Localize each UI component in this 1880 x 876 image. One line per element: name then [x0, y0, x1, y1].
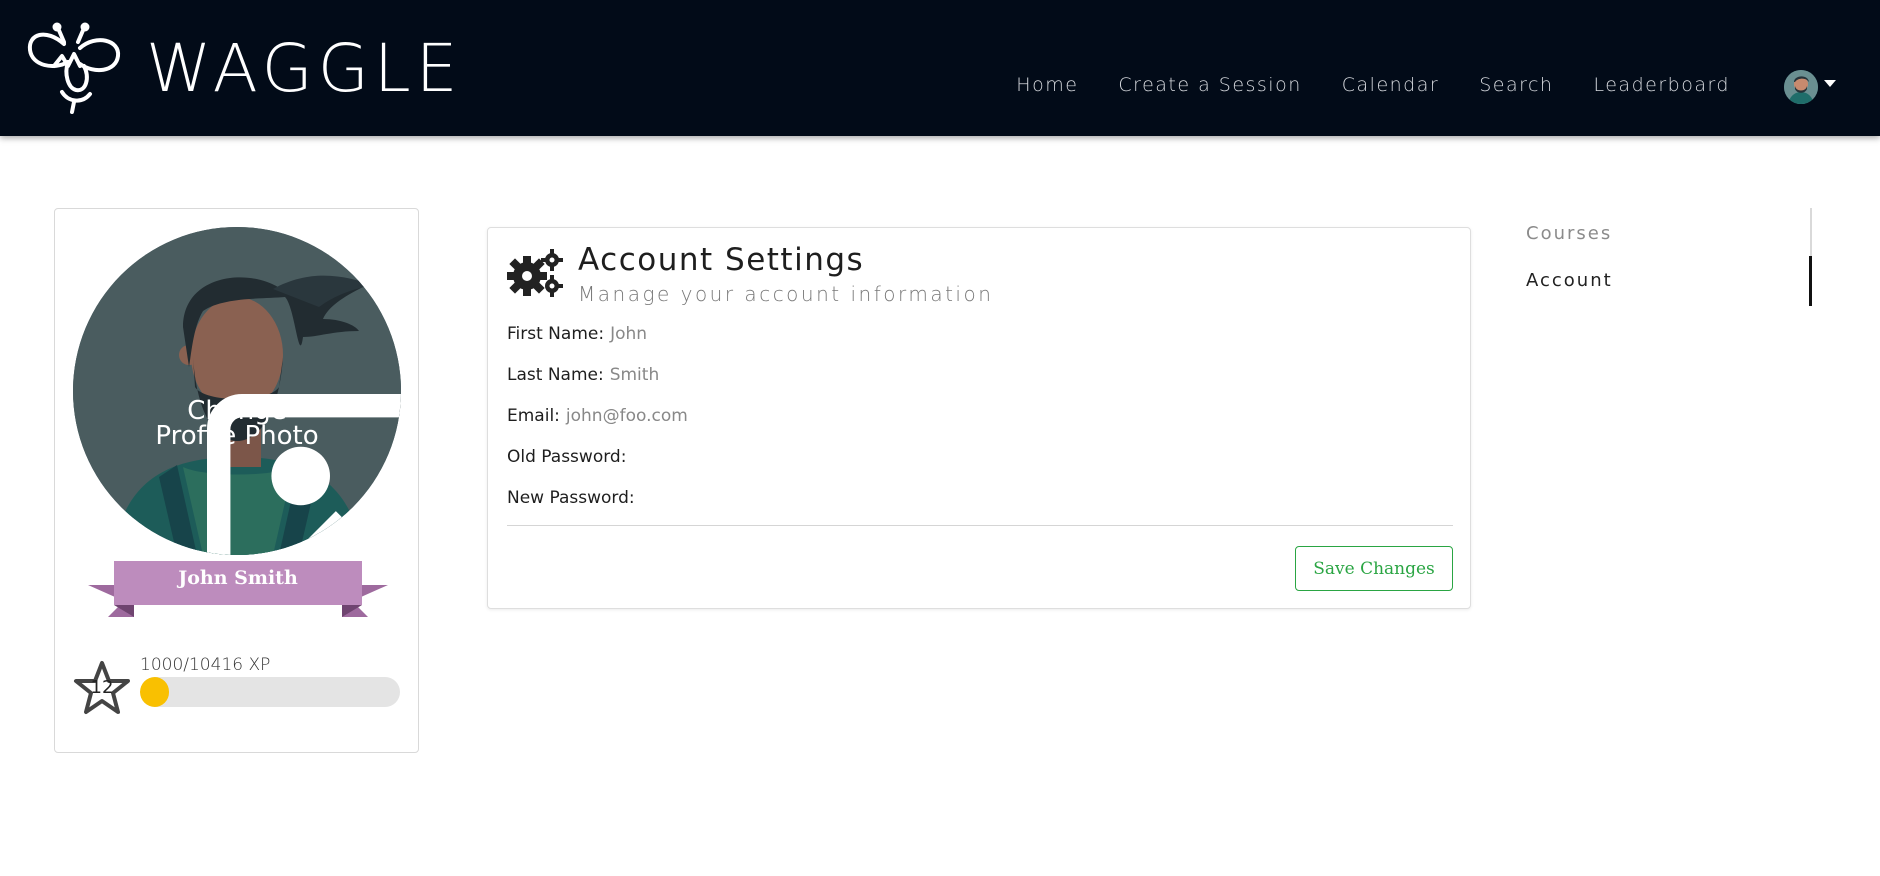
field-label: Old Password:: [507, 447, 627, 467]
field-label: New Password:: [507, 488, 635, 508]
first-name-field[interactable]: First Name: John: [507, 324, 647, 344]
user-avatar[interactable]: [1784, 70, 1818, 104]
brand[interactable]: WAGGLE: [24, 20, 462, 116]
top-navbar: WAGGLE Home Create a Session Calendar Se…: [0, 0, 1880, 136]
old-password-field[interactable]: Old Password:: [507, 447, 632, 467]
level-number: 12: [90, 677, 114, 698]
field-label: First Name:: [507, 324, 605, 344]
field-label: Email:: [507, 406, 560, 426]
subnav-active-indicator: [1809, 256, 1812, 306]
subnav-item-courses[interactable]: Courses: [1526, 223, 1612, 244]
email-value[interactable]: john@foo.com: [566, 406, 688, 426]
divider: [507, 525, 1453, 526]
page-subtitle: Manage your account information: [578, 282, 994, 306]
image-icon: [207, 394, 401, 555]
change-profile-photo-button[interactable]: Change Profile Photo: [73, 227, 401, 555]
change-photo-label: Change Profile Photo: [155, 396, 319, 451]
last-name-value[interactable]: Smith: [610, 365, 660, 385]
main-nav: Home Create a Session Calendar Search Le…: [996, 74, 1750, 96]
xp-progress-fill: [140, 677, 169, 707]
xp-label: 1000/10416 XP: [140, 655, 271, 675]
page-title: Account Settings: [578, 242, 865, 278]
account-settings-panel: Account Settings Manage your account inf…: [487, 227, 1471, 609]
gears-icon: [507, 249, 563, 297]
profile-card: Change Profile Photo John Smith 12 1000/…: [54, 208, 419, 753]
new-password-field[interactable]: New Password:: [507, 488, 641, 508]
last-name-field[interactable]: Last Name: Smith: [507, 365, 659, 385]
nav-create-session[interactable]: Create a Session: [1098, 74, 1321, 96]
nav-calendar[interactable]: Calendar: [1322, 74, 1459, 96]
bee-logo-icon: [27, 22, 121, 114]
nav-home[interactable]: Home: [996, 74, 1098, 96]
save-changes-button[interactable]: Save Changes: [1295, 546, 1453, 591]
nav-search[interactable]: Search: [1459, 74, 1573, 96]
email-field[interactable]: Email: john@foo.com: [507, 406, 688, 426]
field-label: Last Name:: [507, 365, 604, 385]
nav-leaderboard[interactable]: Leaderboard: [1573, 74, 1750, 96]
profile-name: John Smith: [178, 567, 298, 589]
brand-name: WAGGLE: [146, 29, 463, 107]
settings-subnav: Courses Account: [1524, 208, 1812, 306]
subnav-item-account[interactable]: Account: [1526, 270, 1613, 291]
first-name-value[interactable]: John: [610, 324, 647, 344]
chevron-down-icon[interactable]: [1824, 80, 1836, 87]
xp-progress-bar: [140, 677, 400, 707]
